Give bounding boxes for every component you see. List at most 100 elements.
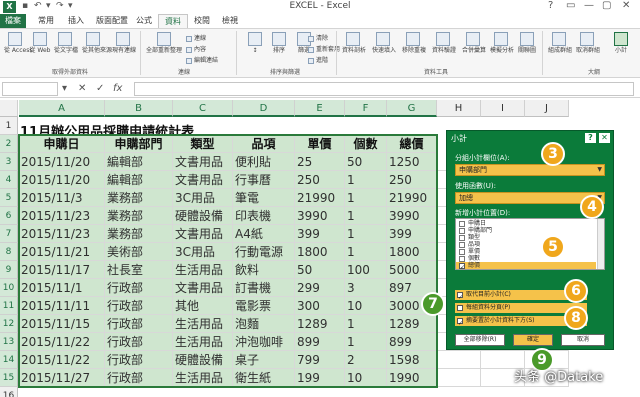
table-cell[interactable]: 生活用品	[173, 369, 233, 387]
column-header-c[interactable]: C	[173, 100, 233, 117]
table-cell[interactable]: 10	[345, 297, 387, 315]
from-text-button[interactable]: 從文字檔	[54, 32, 78, 54]
maximize-icon[interactable]: ▢	[602, 0, 611, 11]
remove-all-button[interactable]: 全部移除(R)	[455, 334, 505, 346]
table-cell[interactable]: 飲料	[233, 261, 295, 279]
row-header-14[interactable]: 14	[0, 351, 18, 369]
column-header-h[interactable]: H	[437, 100, 481, 117]
table-header-cell[interactable]: 類型	[173, 135, 233, 153]
table-cell[interactable]: 2015/11/20	[19, 153, 105, 171]
row-header-11[interactable]: 11	[0, 297, 18, 315]
row-header-5[interactable]: 5	[0, 189, 18, 207]
table-cell[interactable]: 299	[295, 279, 345, 297]
table-cell[interactable]: 文書用品	[173, 279, 233, 297]
row-header-13[interactable]: 13	[0, 333, 18, 351]
advanced-filter-button[interactable]: 進階	[308, 55, 328, 64]
checkbox-checked[interactable]: ✓	[459, 262, 465, 269]
table-cell[interactable]: 業務部	[105, 189, 173, 207]
table-cell[interactable]: 1289	[387, 315, 437, 333]
table-header-cell[interactable]: 總價	[387, 135, 437, 153]
column-header-f[interactable]: F	[345, 100, 387, 117]
column-header-g[interactable]: G	[387, 100, 437, 117]
table-cell[interactable]: 50	[295, 261, 345, 279]
table-cell[interactable]: 1	[345, 189, 387, 207]
name-box[interactable]	[2, 82, 58, 96]
connections-button[interactable]: 連線	[186, 33, 206, 42]
table-cell[interactable]: 50	[345, 153, 387, 171]
edit-links-button[interactable]: 編輯連結	[186, 55, 218, 64]
column-header-b[interactable]: B	[105, 100, 173, 117]
from-other-sources-button[interactable]: 從其他來源	[82, 32, 112, 54]
table-cell[interactable]: 300	[295, 297, 345, 315]
data-validation-button[interactable]: 資料驗證	[432, 32, 456, 54]
checkbox[interactable]	[459, 227, 465, 234]
tab-view[interactable]: 檢視	[222, 15, 238, 26]
ungroup-button[interactable]: 取消群組	[576, 32, 600, 54]
table-cell[interactable]: 1	[345, 225, 387, 243]
table-cell[interactable]: 2015/11/17	[19, 261, 105, 279]
table-cell[interactable]: 100	[345, 261, 387, 279]
from-access-button[interactable]: 從 Access	[4, 32, 32, 54]
row-header-15[interactable]: 15	[0, 369, 18, 387]
table-cell[interactable]: 行政部	[105, 279, 173, 297]
table-cell[interactable]: 1	[345, 243, 387, 261]
column-header-a[interactable]: A	[19, 100, 105, 117]
row-header-8[interactable]: 8	[0, 243, 18, 261]
table-cell[interactable]: 2	[345, 351, 387, 369]
close-icon[interactable]: ✕	[622, 0, 630, 11]
table-cell[interactable]: 筆電	[233, 189, 295, 207]
table-cell[interactable]: 3C用品	[173, 243, 233, 261]
tab-formulas[interactable]: 公式	[136, 15, 152, 26]
table-cell[interactable]: 訂書機	[233, 279, 295, 297]
table-cell[interactable]: 編輯部	[105, 153, 173, 171]
relationships-button[interactable]: 關聯圖	[516, 32, 538, 54]
flash-fill-button[interactable]: 快速填入	[372, 32, 396, 54]
table-cell[interactable]: 2015/11/27	[19, 369, 105, 387]
table-cell[interactable]: 2015/11/22	[19, 351, 105, 369]
cancel-button[interactable]: 取消	[561, 334, 605, 346]
column-header-d[interactable]: D	[233, 100, 295, 117]
clear-filter-button[interactable]: 清除	[308, 33, 328, 42]
column-header-j[interactable]: J	[525, 100, 569, 117]
table-cell[interactable]: 199	[295, 369, 345, 387]
ribbon-display-icon[interactable]: ▭	[566, 0, 575, 11]
row-header-16[interactable]: 16	[0, 387, 18, 397]
table-cell[interactable]: 1598	[387, 351, 437, 369]
tab-file[interactable]: 檔案	[0, 14, 26, 28]
table-cell[interactable]: 業務部	[105, 207, 173, 225]
sort-az-button[interactable]: ↕	[244, 32, 266, 54]
enter-icon[interactable]: ✓	[96, 83, 104, 94]
table-cell[interactable]: 2015/11/1	[19, 279, 105, 297]
checkbox[interactable]	[459, 241, 465, 248]
table-cell[interactable]: 250	[387, 171, 437, 189]
list-item-selected[interactable]: ✓ 總價	[456, 262, 596, 269]
table-cell[interactable]: 2015/11/22	[19, 333, 105, 351]
table-cell[interactable]: 泡麵	[233, 315, 295, 333]
row-header-2[interactable]: 2	[0, 135, 18, 153]
from-web-button[interactable]: 從 Web	[29, 32, 51, 54]
tab-review[interactable]: 校閱	[194, 15, 210, 26]
help-icon[interactable]: ?	[548, 0, 553, 11]
table-cell[interactable]: 行事曆	[233, 171, 295, 189]
table-cell[interactable]: 文書用品	[173, 153, 233, 171]
table-header-cell[interactable]: 申購日	[19, 135, 105, 153]
table-cell[interactable]: 硬體設備	[173, 207, 233, 225]
sort-button[interactable]: 排序	[268, 32, 290, 54]
checkbox[interactable]	[459, 220, 465, 227]
dialog-help-button[interactable]: ?	[585, 133, 596, 143]
row-header-10[interactable]: 10	[0, 279, 18, 297]
table-cell[interactable]: 399	[295, 225, 345, 243]
table-cell[interactable]: 便利貼	[233, 153, 295, 171]
remove-duplicates-button[interactable]: 移除重複	[402, 32, 426, 54]
empty-cell[interactable]	[437, 351, 481, 369]
table-cell[interactable]: 行政部	[105, 369, 173, 387]
table-cell[interactable]: 1	[345, 207, 387, 225]
table-cell[interactable]: 衛生紙	[233, 369, 295, 387]
empty-cell[interactable]	[437, 369, 481, 387]
column-header-i[interactable]: I	[481, 100, 525, 117]
formula-input[interactable]	[134, 82, 634, 96]
table-cell[interactable]: 1	[345, 315, 387, 333]
row-header-7[interactable]: 7	[0, 225, 18, 243]
tab-insert[interactable]: 插入	[68, 15, 84, 26]
row-header-6[interactable]: 6	[0, 207, 18, 225]
